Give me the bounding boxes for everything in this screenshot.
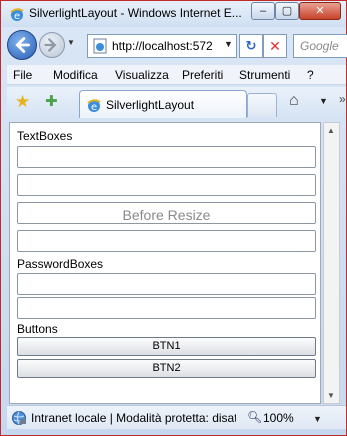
btn1-button[interactable]: BTN1 <box>17 337 316 356</box>
textbox-3-value: Before Resize <box>122 207 211 223</box>
close-button[interactable]: ✕ <box>299 2 341 20</box>
address-url[interactable]: http://localhost:572 <box>112 39 222 53</box>
add-favorites-icon[interactable]: ✚ <box>45 93 63 111</box>
address-bar[interactable]: http://localhost:572 ▼ <box>87 34 237 58</box>
menu-strumenti[interactable]: Strumenti <box>239 68 290 82</box>
buttons-label: Buttons <box>17 322 58 336</box>
passwordbox-1[interactable] <box>17 273 316 295</box>
svg-text:e: e <box>14 11 20 22</box>
forward-button[interactable] <box>39 32 65 58</box>
stop-button[interactable]: ✕ <box>263 34 287 58</box>
home-dropdown-icon[interactable]: ▼ <box>319 96 328 106</box>
zoom-dropdown-icon[interactable]: ▼ <box>313 414 322 424</box>
textbox-2[interactable] <box>17 174 316 196</box>
title-bar: e SilverlightLayout - Windows Internet E… <box>1 1 346 27</box>
search-placeholder: Google <box>300 39 339 53</box>
ie-icon: e <box>10 8 24 22</box>
address-dropdown-icon[interactable]: ▼ <box>224 39 233 49</box>
back-button[interactable] <box>7 30 37 60</box>
tab-bar: ★ ✚ e SilverlightLayout ⌂ ▼ » <box>7 87 346 119</box>
passwordboxes-label: PasswordBoxes <box>17 257 104 271</box>
scroll-up-icon[interactable]: ▲ <box>327 126 335 135</box>
page-icon <box>93 38 107 54</box>
scroll-down-icon[interactable]: ▼ <box>327 391 335 400</box>
menu-help[interactable]: ? <box>307 68 314 82</box>
status-bar: Intranet locale | Modalità protetta: dis… <box>7 405 346 429</box>
more-tools-icon[interactable]: » <box>339 92 346 106</box>
browser-window: e SilverlightLayout - Windows Internet E… <box>0 0 347 436</box>
magnifier-icon[interactable]: 🔍︎ <box>247 410 262 424</box>
new-tab-button[interactable] <box>247 93 277 117</box>
minimize-button[interactable]: – <box>251 2 275 20</box>
window-title: SilverlightLayout - Windows Internet E..… <box>29 6 242 20</box>
navigation-bar: ▼ http://localhost:572 ▼ ↻ ✕ Google <box>1 28 347 64</box>
menu-preferiti[interactable]: Preferiti <box>182 68 223 82</box>
menu-visualizza[interactable]: Visualizza <box>115 68 169 82</box>
ie-icon: e <box>87 99 101 113</box>
passwordbox-2[interactable] <box>17 297 316 319</box>
intranet-globe-icon <box>12 411 26 425</box>
search-input[interactable]: Google <box>293 34 347 58</box>
silverlight-content: TextBoxes Before Resize PasswordBoxes Bu… <box>9 122 321 404</box>
menu-file[interactable]: File <box>13 68 32 82</box>
maximize-button[interactable]: ▢ <box>275 2 299 20</box>
textbox-3[interactable]: Before Resize <box>17 202 316 224</box>
textbox-1[interactable] <box>17 146 316 168</box>
back-arrow-icon <box>15 37 30 53</box>
security-zone-text: Intranet locale | Modalità protetta: dis… <box>31 411 236 425</box>
btn2-button[interactable]: BTN2 <box>17 359 316 378</box>
tab-silverlightlayout[interactable]: e SilverlightLayout <box>79 90 247 118</box>
forward-arrow-icon <box>44 38 57 52</box>
textboxes-label: TextBoxes <box>17 129 73 143</box>
home-icon[interactable]: ⌂ <box>289 92 299 110</box>
menu-modifica[interactable]: Modifica <box>53 68 98 82</box>
vertical-scrollbar[interactable]: ▲ ▼ <box>323 122 340 404</box>
tab-label: SilverlightLayout <box>106 98 195 112</box>
menu-bar: File Modifica Visualizza Preferiti Strum… <box>7 65 346 85</box>
star-icon[interactable]: ★ <box>15 93 33 111</box>
zoom-level[interactable]: 100% <box>263 411 294 425</box>
refresh-button[interactable]: ↻ <box>239 34 263 58</box>
recent-pages-dropdown[interactable]: ▼ <box>67 38 77 48</box>
textbox-4[interactable] <box>17 230 316 252</box>
svg-text:e: e <box>91 102 97 113</box>
